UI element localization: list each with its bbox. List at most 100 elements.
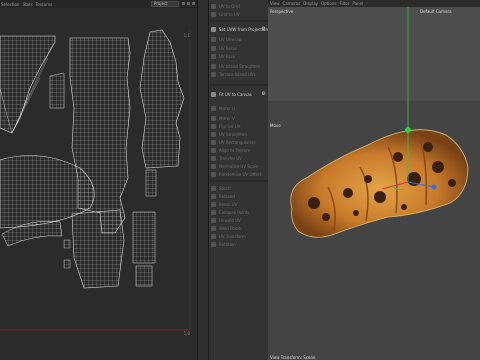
uv-command-item[interactable]: UV Straighten bbox=[209, 130, 268, 138]
uv-toolbar-icon[interactable] bbox=[182, 2, 185, 5]
command-icon bbox=[211, 193, 216, 199]
viewport-menu-panel[interactable]: Panel bbox=[352, 1, 363, 6]
command-icon bbox=[211, 71, 216, 77]
uv-command-item[interactable]: UV to Grid bbox=[209, 2, 268, 10]
uv-toolbar-icon[interactable] bbox=[187, 2, 190, 5]
uv-command-item[interactable]: Normalize UV Scale bbox=[209, 162, 268, 170]
command-label: Flip Sel UV bbox=[219, 123, 241, 129]
uv-corner-bottom-label: 1,0 bbox=[183, 331, 190, 336]
viewport-move-label: Move bbox=[270, 123, 281, 128]
command-label: UV Pack bbox=[219, 53, 236, 59]
viewport-menu-bar: View Cameras Display Options Filter Pane… bbox=[268, 0, 480, 7]
uv-command-item[interactable]: Relaxed bbox=[209, 192, 268, 200]
command-label: Mirror V bbox=[219, 115, 235, 121]
command-icon bbox=[211, 201, 216, 207]
uv-command-item[interactable]: UV Island Straighten bbox=[209, 62, 268, 70]
command-icon bbox=[211, 45, 216, 51]
viewport-menu-display[interactable]: Display bbox=[303, 1, 318, 6]
uv-command-item[interactable]: UV Pack bbox=[209, 52, 268, 60]
command-icon bbox=[211, 53, 216, 59]
command-icon bbox=[211, 185, 216, 191]
viewport-menu-cameras[interactable]: Cameras bbox=[283, 1, 301, 6]
gear-icon[interactable]: ⚙ bbox=[262, 26, 266, 32]
command-label: UV Rectangularize bbox=[219, 139, 256, 145]
command-label: Rotation bbox=[219, 241, 236, 247]
command-label: Weld Points bbox=[219, 225, 243, 231]
uv-menu-textures[interactable]: Textures bbox=[36, 2, 53, 7]
viewport-menu-filter[interactable]: Filter bbox=[339, 1, 349, 6]
uv-command-item[interactable]: Terrace Island UVs bbox=[209, 70, 268, 78]
command-icon bbox=[211, 163, 216, 169]
uv-mode-select[interactable]: Project bbox=[151, 1, 179, 7]
uv-canvas[interactable] bbox=[0, 8, 197, 360]
command-icon bbox=[211, 155, 216, 161]
uv-command-item[interactable]: Set UVW from Projection ⚙ bbox=[209, 25, 268, 33]
command-label: Stitch bbox=[219, 185, 231, 191]
viewport-canvas[interactable] bbox=[268, 7, 480, 360]
command-label: Normalize UV Scale bbox=[219, 163, 259, 169]
uv-island-fan bbox=[0, 35, 56, 134]
uv-command-item[interactable]: Mirror U bbox=[209, 104, 268, 112]
uv-command-item[interactable]: Mirror V bbox=[209, 114, 268, 122]
uv-command-item[interactable]: Break UV bbox=[209, 200, 268, 208]
uv-island-bottom-c bbox=[135, 265, 153, 287]
uv-command-item[interactable]: Randomize UV Offset bbox=[209, 170, 268, 178]
command-icon bbox=[211, 63, 216, 69]
command-label: Fit UV to Canvas bbox=[219, 91, 252, 97]
command-label: Randomize UV Offset bbox=[219, 171, 262, 177]
uv-menu-bar: Selection Stats Textures Project bbox=[0, 0, 197, 8]
uv-command-item[interactable]: Rotation bbox=[209, 240, 268, 248]
command-icon bbox=[211, 123, 216, 129]
uv-command-item[interactable]: UV Unwrap bbox=[209, 35, 268, 43]
uv-command-item[interactable]: Grid to UV bbox=[209, 10, 268, 18]
command-label: UV Transform bbox=[219, 233, 246, 239]
command-icon bbox=[211, 3, 216, 9]
panel-divider bbox=[209, 20, 268, 22]
uv-command-item[interactable]: Collapse Points bbox=[209, 208, 268, 216]
uv-corner-top-label: 1,1 bbox=[183, 33, 190, 38]
uv-command-item[interactable]: Align to Texture bbox=[209, 146, 268, 154]
uv-menu-stats[interactable]: Stats bbox=[22, 2, 32, 7]
uv-command-item[interactable]: Transfer UV bbox=[209, 154, 268, 162]
command-label: UV Unwrap bbox=[219, 36, 242, 42]
panel-divider bbox=[209, 180, 268, 182]
command-icon bbox=[211, 36, 216, 42]
command-icon bbox=[211, 11, 216, 17]
uv-command-item[interactable]: UV Rectangularize bbox=[209, 138, 268, 146]
uv-island-right bbox=[139, 29, 185, 169]
command-icon bbox=[211, 105, 216, 111]
command-label: UV Straighten bbox=[219, 131, 247, 137]
viewport-camera-label[interactable]: Default Camera bbox=[420, 9, 452, 14]
uv-command-item[interactable]: Unweld UV bbox=[209, 216, 268, 224]
command-label: Terrace Island UVs bbox=[219, 71, 256, 77]
uv-command-item[interactable]: Fit UV to Canvas ⚙ bbox=[209, 90, 268, 98]
uv-command-item[interactable]: UV Transform bbox=[209, 232, 268, 240]
command-icon bbox=[211, 131, 216, 137]
uv-toolbar-icon[interactable] bbox=[192, 2, 195, 5]
uv-menu-selection[interactable]: Selection bbox=[1, 2, 19, 7]
viewport-menu-view[interactable]: View bbox=[270, 1, 280, 6]
uv-island-tiny-a bbox=[63, 239, 71, 249]
command-icon bbox=[211, 26, 216, 32]
uv-command-item[interactable]: UV Relax bbox=[209, 44, 268, 52]
command-label: Collapse Points bbox=[219, 209, 250, 215]
command-label: Align to Texture bbox=[219, 147, 251, 153]
gear-icon[interactable]: ⚙ bbox=[262, 91, 266, 97]
uv-editor: Selection Stats Textures Project 1,1 1,0 bbox=[0, 0, 197, 360]
uv-tool-strip bbox=[197, 0, 209, 360]
uv-command-item[interactable]: Weld Points bbox=[209, 224, 268, 232]
uv-command-item[interactable]: Flip Sel UV bbox=[209, 122, 268, 130]
command-icon bbox=[211, 209, 216, 215]
command-label: Relaxed bbox=[219, 193, 235, 199]
uv-island-thin bbox=[145, 169, 157, 197]
viewport-status-label: View Transform: Scene bbox=[270, 355, 316, 360]
command-icon bbox=[211, 171, 216, 177]
viewport-perspective-label: Perspective bbox=[270, 9, 294, 14]
command-icon bbox=[211, 217, 216, 223]
uv-command-item[interactable]: Stitch bbox=[209, 184, 268, 192]
command-icon bbox=[211, 147, 216, 153]
command-label: Break UV bbox=[219, 201, 238, 207]
viewport-menu-options[interactable]: Options bbox=[321, 1, 336, 6]
command-label: Grid to UV bbox=[219, 11, 240, 17]
command-label: Mirror U bbox=[219, 105, 235, 111]
